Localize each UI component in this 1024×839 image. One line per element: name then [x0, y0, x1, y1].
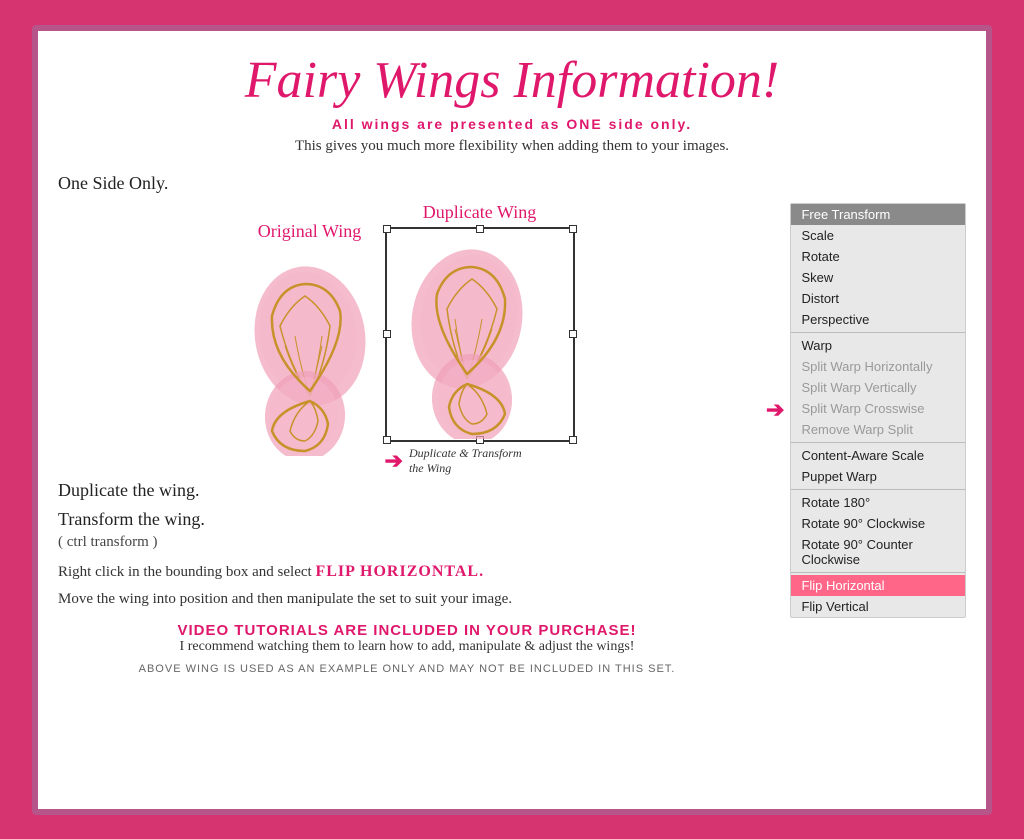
flip-highlight: FLIP HORIZONTAL.: [315, 563, 484, 580]
original-wing-label: Original Wing: [258, 221, 361, 242]
left-panel: One Side Only. Original Wing: [58, 173, 756, 675]
video-title: VIDEO TUTORIALS ARE INCLUDED IN YOUR PUR…: [58, 622, 756, 639]
subtitle-emphasis: ONE: [566, 116, 602, 132]
menu-item[interactable]: Content-Aware Scale: [791, 445, 965, 466]
right-panel: ➔ Free TransformScaleRotateSkewDistortPe…: [766, 173, 966, 675]
original-wing-group: Original Wing: [240, 221, 380, 456]
context-menu: Free TransformScaleRotateSkewDistortPers…: [790, 203, 966, 618]
menu-arrow-row: ➔ Free TransformScaleRotateSkewDistortPe…: [766, 203, 966, 618]
dup-label-text: Duplicate & Transformthe Wing: [409, 446, 522, 476]
step3-label: Transform the wing. ( ctrl transform ): [58, 509, 756, 551]
arrow-icon: ➔: [766, 397, 784, 423]
corner-ml: [383, 330, 391, 338]
step2-label: Duplicate the wing.: [58, 480, 756, 501]
video-subtitle: I recommend watching them to learn how t…: [58, 639, 756, 655]
menu-item[interactable]: Split Warp Vertically: [791, 377, 965, 398]
wings-visual: Original Wing: [58, 202, 756, 476]
menu-divider: [791, 572, 965, 573]
menu-divider: [791, 332, 965, 333]
content-area: Fairy Wings Information! All wings are p…: [58, 51, 966, 789]
menu-divider: [791, 489, 965, 490]
menu-item[interactable]: Remove Warp Split: [791, 419, 965, 440]
menu-item[interactable]: Skew: [791, 267, 965, 288]
flip-text1: Right click in the bounding box and sele…: [58, 564, 312, 580]
bounding-box: [385, 227, 575, 442]
subtitle-text2: side only.: [609, 116, 693, 132]
dup-arrow-label: ➔ Duplicate & Transformthe Wing: [385, 446, 575, 476]
page-title: Fairy Wings Information!: [58, 51, 966, 110]
menu-item[interactable]: Flip Horizontal: [791, 575, 965, 596]
menu-item[interactable]: Free Transform: [791, 204, 965, 225]
dup-arrow-icon: ➔: [385, 448, 403, 474]
subtitle-text: All wings are presented as: [332, 116, 561, 132]
menu-item[interactable]: Rotate: [791, 246, 965, 267]
menu-item[interactable]: Distort: [791, 288, 965, 309]
menu-item[interactable]: Split Warp Crosswise: [791, 398, 965, 419]
subtitle: All wings are presented as ONE side only…: [58, 116, 966, 132]
corner-tr: [569, 225, 577, 233]
menu-item[interactable]: Rotate 90° Clockwise: [791, 513, 965, 534]
menu-arrow: ➔ Free TransformScaleRotateSkewDistortPe…: [766, 203, 966, 618]
menu-item[interactable]: Scale: [791, 225, 965, 246]
flip-instruction: Right click in the bounding box and sele…: [58, 563, 756, 581]
corner-bl: [383, 436, 391, 444]
menu-item[interactable]: Perspective: [791, 309, 965, 330]
menu-divider: [791, 442, 965, 443]
duplicate-wing-label: Duplicate Wing: [385, 202, 575, 223]
video-section: VIDEO TUTORIALS ARE INCLUDED IN YOUR PUR…: [58, 622, 756, 655]
corner-br: [569, 436, 577, 444]
menu-item[interactable]: Rotate 180°: [791, 492, 965, 513]
menu-item[interactable]: Flip Vertical: [791, 596, 965, 617]
menu-item[interactable]: Warp: [791, 335, 965, 356]
original-wing-svg: [240, 246, 380, 456]
move-instruction: Move the wing into position and then man…: [58, 591, 756, 608]
bounding-box-wrapper: Duplicate Wing: [385, 202, 575, 476]
corner-tl: [383, 225, 391, 233]
main-area: One Side Only. Original Wing: [58, 173, 966, 675]
footer-note: ABOVE WING IS USED AS AN EXAMPLE ONLY AN…: [58, 663, 756, 675]
main-card: Fairy Wings Information! All wings are p…: [32, 25, 992, 815]
menu-item[interactable]: Rotate 90° Counter Clockwise: [791, 534, 965, 570]
step1-label: One Side Only.: [58, 173, 756, 194]
menu-item[interactable]: Split Warp Horizontally: [791, 356, 965, 377]
duplicate-wing-svg: [397, 229, 537, 439]
menu-item[interactable]: Puppet Warp: [791, 466, 965, 487]
description-text: This gives you much more flexibility whe…: [58, 138, 966, 155]
corner-mr: [569, 330, 577, 338]
